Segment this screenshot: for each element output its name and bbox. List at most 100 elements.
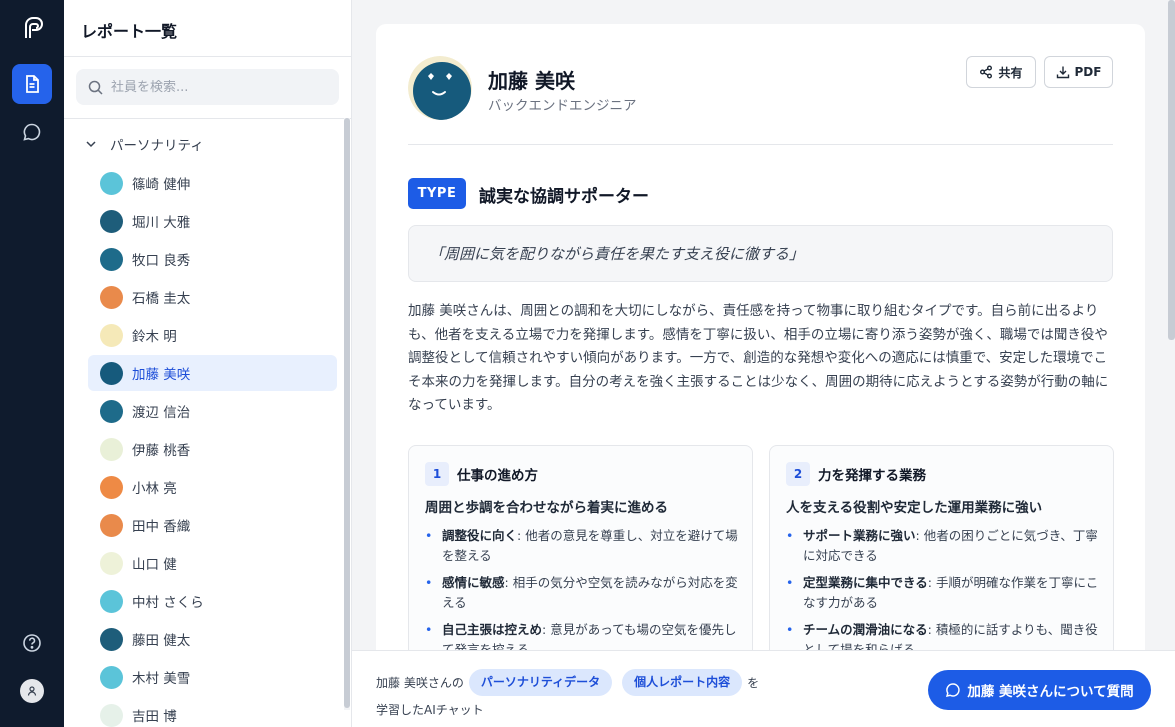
section-title: 力を発揮する業務 (818, 468, 926, 484)
profile-role: バックエンドエンジニア (488, 98, 637, 114)
member-avatar (100, 589, 123, 613)
member-name: 堀川 大雅 (132, 215, 191, 231)
app-rail (0, 0, 64, 727)
member-item[interactable]: 渡辺 信治 (88, 393, 337, 429)
item-head: 感情に敏感 (442, 575, 505, 590)
report-sidebar: レポート一覧 パーソナリティ 篠崎 健伸堀川 大雅牧口 良秀石橋 圭太鈴木 明加… (64, 0, 352, 727)
report-main: 加藤 美咲 バックエンドエンジニア 共有 PDF TYPE 誠実な協調サポーター… (352, 0, 1175, 727)
divider (64, 118, 352, 119)
member-item[interactable]: 山口 健 (88, 545, 337, 581)
section-list: サポート業務に強い: 他者の困りごとに気づき、丁寧に対応できる定型業務に集中でき… (786, 526, 1099, 667)
nav-reports-button[interactable] (12, 64, 52, 104)
main-scrollbar[interactable] (1168, 0, 1175, 650)
member-name: 加藤 美咲 (132, 367, 191, 383)
member-avatar (100, 703, 123, 727)
member-name: 牧口 良秀 (132, 253, 191, 269)
member-item[interactable]: 田中 香織 (88, 507, 337, 543)
member-item[interactable]: 牧口 良秀 (88, 241, 337, 277)
section-title: 仕事の進め方 (457, 468, 538, 484)
member-item[interactable]: 吉田 博 (88, 697, 337, 727)
sidebar-scrollbar[interactable] (344, 118, 350, 710)
item-head: サポート業務に強い (803, 528, 916, 543)
member-avatar (100, 437, 123, 461)
member-item[interactable]: 石橋 圭太 (88, 279, 337, 315)
member-avatar (100, 323, 123, 347)
group-header-personality[interactable]: パーソナリティ (84, 133, 204, 155)
chat-suffix: を (747, 675, 760, 690)
pdf-download-button[interactable]: PDF (1044, 56, 1113, 88)
member-item[interactable]: 中村 さくら (88, 583, 337, 619)
member-item[interactable]: 藤田 健太 (88, 621, 337, 657)
divider (64, 56, 352, 57)
summary-text: 加藤 美咲さんは、周囲との調和を大切にしながら、責任感を持って物事に取り組むタイ… (408, 303, 1109, 413)
share-icon (980, 65, 993, 79)
member-name: 中村 さくら (132, 595, 204, 611)
section-subtitle: 人を支える役割や安定した運用業務に強い (786, 500, 1043, 516)
search-box[interactable] (76, 69, 339, 105)
section-list-item: 感情に敏感: 相手の気分や空気を読みながら対応を変える (425, 573, 738, 613)
profile-name: 加藤 美咲 (488, 69, 575, 93)
chevron-down-icon (86, 141, 96, 148)
profile-avatar (408, 56, 472, 120)
nav-chat-button[interactable] (12, 112, 52, 152)
report-card: 加藤 美咲 バックエンドエンジニア 共有 PDF TYPE 誠実な協調サポーター… (376, 24, 1145, 704)
member-item[interactable]: 木村 美雪 (88, 659, 337, 695)
pdf-label: PDF (1074, 65, 1102, 79)
type-quote: 「周囲に気を配りながら責任を果たす支え役に徹する」 (408, 225, 1113, 282)
member-name: 山口 健 (132, 557, 177, 573)
member-avatar (100, 209, 123, 233)
member-avatar (100, 285, 123, 309)
search-icon (88, 80, 103, 95)
share-button[interactable]: 共有 (966, 56, 1036, 88)
member-avatar (100, 399, 123, 423)
member-item[interactable]: 伊藤 桃香 (88, 431, 337, 467)
member-item[interactable]: 堀川 大雅 (88, 203, 337, 239)
help-circle-icon (23, 634, 41, 652)
user-avatar-button[interactable] (20, 679, 44, 703)
ai-chat-description: 加藤 美咲さんの パーソナリティデータ 個人レポート内容 を 学習したAIチャッ… (376, 668, 776, 718)
personality-data-chip: パーソナリティデータ (468, 668, 613, 696)
member-avatar (100, 513, 123, 537)
member-avatar (100, 551, 123, 575)
group-label: パーソナリティ (110, 138, 204, 154)
chat-bubble-icon (946, 683, 961, 697)
chat-bubble-icon (23, 123, 41, 141)
search-input[interactable] (111, 79, 331, 95)
member-avatar (100, 247, 123, 271)
member-name: 篠崎 健伸 (132, 177, 191, 193)
app-logo-icon[interactable] (19, 15, 45, 41)
section-list-item: 定型業務に集中できる: 手順が明確な作業を丁寧にこなす力がある (786, 573, 1099, 613)
member-avatar (100, 475, 123, 499)
share-label: 共有 (998, 65, 1023, 80)
member-item[interactable]: 小林 亮 (88, 469, 337, 505)
document-icon (26, 75, 39, 93)
report-content-chip: 個人レポート内容 (622, 668, 743, 696)
member-name: 小林 亮 (132, 481, 177, 497)
help-button[interactable] (12, 623, 52, 663)
member-name: 木村 美雪 (132, 671, 191, 687)
member-avatar (100, 361, 123, 385)
chat-prefix: 加藤 美咲さんの (376, 675, 464, 690)
download-icon (1056, 66, 1069, 79)
member-item[interactable]: 加藤 美咲 (88, 355, 337, 391)
section-number: 2 (786, 462, 810, 486)
member-name: 石橋 圭太 (132, 291, 191, 307)
member-name: 田中 香織 (132, 519, 191, 535)
item-head: 定型業務に集中できる (803, 575, 928, 590)
ai-chat-bar: 加藤 美咲さんの パーソナリティデータ 個人レポート内容 を 学習したAIチャッ… (352, 650, 1175, 727)
ask-ai-button[interactable]: 加藤 美咲さんについて質問 (928, 670, 1151, 710)
member-name: 渡辺 信治 (132, 405, 191, 421)
member-item[interactable]: 鈴木 明 (88, 317, 337, 353)
user-icon (27, 686, 37, 696)
sidebar-title: レポート一覧 (81, 22, 178, 41)
item-head: 自己主張は控えめ (442, 622, 543, 637)
type-title: 誠実な協調サポーター (479, 187, 649, 207)
member-avatar (100, 171, 123, 195)
divider (408, 144, 1113, 145)
section-list: 調整役に向く: 他者の意見を尊重し、対立を避けて場を整える感情に敏感: 相手の気… (425, 526, 738, 667)
member-avatar (100, 665, 123, 689)
member-item[interactable]: 篠崎 健伸 (88, 165, 337, 201)
section-number: 1 (425, 462, 449, 486)
member-name: 鈴木 明 (132, 329, 177, 345)
section-list-item: サポート業務に強い: 他者の困りごとに気づき、丁寧に対応できる (786, 526, 1099, 566)
